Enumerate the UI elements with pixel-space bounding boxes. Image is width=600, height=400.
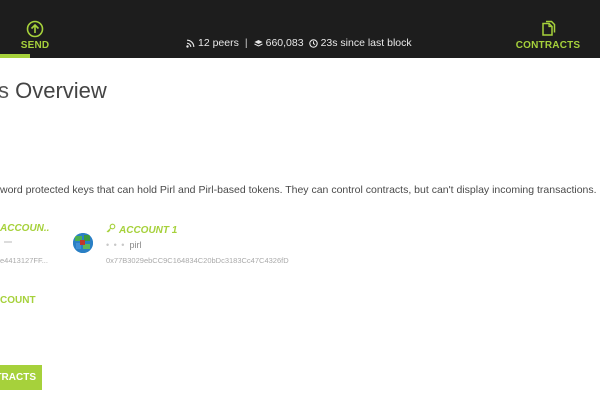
nav-send[interactable]: SEND	[16, 0, 54, 58]
layers-icon	[253, 39, 263, 47]
identicon-image	[73, 233, 93, 253]
balance-value: • • •	[106, 240, 126, 250]
page-title: s Overview	[0, 78, 107, 104]
rss-icon	[186, 39, 195, 48]
nav-contracts-label: CONTRACTS	[515, 40, 581, 51]
arrow-up-circle-icon	[26, 20, 44, 38]
time-since-last-block: 23s since last block	[320, 37, 412, 49]
page-title-prefix: s	[0, 78, 9, 103]
nav-contracts[interactable]: CONTRACTS	[515, 0, 581, 58]
account-card-title[interactable]: ACCOUNT 1	[106, 223, 177, 236]
nav-send-label: SEND	[20, 40, 50, 51]
account-address: 0x77B3029ebCC9C164834C20bDc3183Cc47C4326…	[106, 256, 289, 265]
account-card-title[interactable]: ACCOUN..	[0, 223, 49, 234]
top-navigation-bar: SEND 12 peers | 660,083 23s since last b…	[0, 0, 600, 58]
balance-unit: pirl	[129, 240, 142, 250]
account-address: e4413127FF...	[0, 256, 48, 265]
status-separator: |	[244, 37, 248, 49]
network-status: 12 peers | 660,083 23s since last block	[186, 37, 412, 49]
accounts-description: word protected keys that can hold Pirl a…	[0, 184, 597, 196]
block-number: 660,083	[265, 37, 304, 49]
contracts-button-label: TRACTS	[0, 372, 36, 383]
clock-icon	[308, 38, 318, 48]
account-name: ACCOUNT 1	[119, 225, 178, 236]
peers-count: 12 peers	[198, 37, 239, 49]
documents-icon	[542, 20, 556, 36]
page-title-main: Overview	[15, 78, 107, 103]
add-account-button[interactable]: COUNT	[0, 295, 36, 306]
account-identicon[interactable]	[73, 233, 93, 253]
key-icon	[106, 223, 116, 236]
contracts-button[interactable]: TRACTS	[0, 365, 42, 390]
account-balance-hidden	[4, 241, 12, 243]
active-tab-indicator	[0, 54, 30, 58]
account-balance: • • • pirl	[106, 240, 141, 250]
